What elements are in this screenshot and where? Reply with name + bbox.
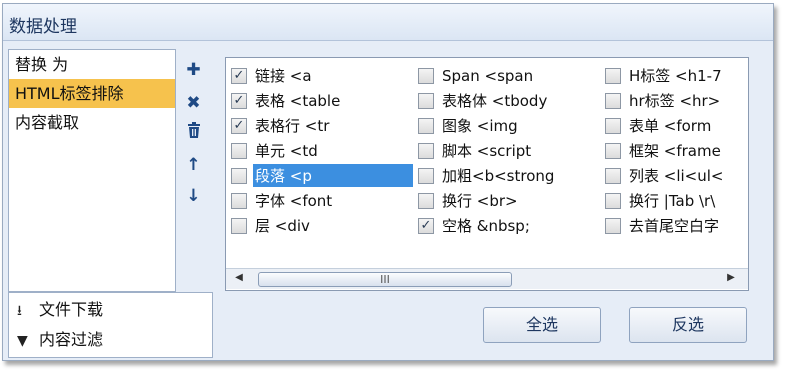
checkbox[interactable]: [605, 67, 621, 84]
checkbox[interactable]: ✓: [231, 67, 247, 84]
tag-checkbox-row[interactable]: 表格体 <tbody: [413, 88, 556, 113]
plus-icon[interactable]: ✚: [176, 57, 211, 83]
checkbox-label: 脚本 <script: [442, 142, 532, 160]
tag-checkbox-row[interactable]: 换行 |Tab \r\: [600, 188, 725, 213]
tag-checklist: ✓ 链接 <a ✓ 表格 <table ✓ 表格行 <tr 单元 <td 段落 <p 字体 <f…: [225, 57, 749, 291]
checkbox-label: 加粗<b<strong: [442, 167, 555, 185]
tag-checkbox-row[interactable]: 加粗<b<strong: [413, 163, 556, 188]
tag-checkbox-row[interactable]: 列表 <li<ul<: [600, 163, 725, 188]
checkbox[interactable]: [231, 167, 247, 184]
checkbox[interactable]: [605, 167, 621, 184]
checkbox[interactable]: [231, 217, 247, 234]
checkbox-label: 换行 <br>: [442, 192, 518, 210]
checkbox[interactable]: [418, 192, 434, 209]
checkbox[interactable]: [231, 192, 247, 209]
trash-icon-glyph: [187, 122, 200, 138]
checkbox-label: 表单 <form: [629, 117, 712, 135]
checkbox-label: Span <span: [442, 66, 534, 85]
tag-checkbox-row[interactable]: 字体 <font: [226, 188, 413, 213]
bottom-links: ⭳ 文件下载 ▼ 内容过滤: [8, 292, 213, 358]
rule-list-item-replace[interactable]: 替换 为: [9, 50, 175, 79]
tag-checkbox-row[interactable]: 框架 <frame: [600, 138, 725, 163]
checkbox-label: 字体 <font: [255, 192, 333, 210]
checklist-column-2: Span <span 表格体 <tbody 图象 <img 脚本 <script 加粗<…: [413, 63, 556, 238]
checkbox[interactable]: [605, 92, 621, 109]
invert-selection-button[interactable]: 反选: [629, 307, 747, 343]
checkbox[interactable]: ✓: [418, 217, 434, 234]
checkbox-label: 表格行 <tr: [255, 117, 330, 135]
checkbox-label: 层 <div: [255, 217, 310, 235]
tag-checkbox-row[interactable]: ✓ 表格 <table: [226, 88, 413, 113]
window-title: 数据处理: [9, 17, 77, 37]
select-all-button[interactable]: 全选: [483, 307, 601, 343]
trash-icon[interactable]: [176, 120, 211, 146]
tag-checkbox-row[interactable]: 层 <div: [226, 213, 413, 238]
checkbox-label: 去首尾空白字: [629, 217, 720, 235]
checkbox[interactable]: [418, 167, 434, 184]
tag-checkbox-row[interactable]: ✓ 链接 <a: [226, 63, 413, 88]
checkbox-label: 段落 <p: [253, 164, 413, 187]
download-icon: ⭳: [17, 303, 22, 319]
tag-checkbox-row[interactable]: 去首尾空白字: [600, 213, 725, 238]
checkbox[interactable]: [418, 142, 434, 159]
scroll-thumb[interactable]: III: [258, 272, 512, 287]
checkbox-label: 链接 <a: [255, 67, 312, 85]
checklist-column-3: H标签 <h1-7 hr标签 <hr> 表单 <form 框架 <frame 列表 <l…: [600, 63, 725, 238]
content-filter-link[interactable]: ▼ 内容过滤: [17, 328, 103, 352]
checkbox-label: H标签 <h1-7: [629, 67, 722, 85]
tag-checkbox-row[interactable]: 图象 <img: [413, 113, 556, 138]
checkbox-label: 表格 <table: [255, 92, 341, 110]
checkbox-label: 单元 <td: [255, 142, 318, 160]
checkbox-label: 图象 <img: [442, 117, 518, 135]
tag-checkbox-row[interactable]: 换行 <br>: [413, 188, 556, 213]
arrow-down-icon[interactable]: ↓: [176, 183, 211, 209]
tag-checkbox-row[interactable]: Span <span: [413, 63, 556, 88]
title-bar: 数据处理: [3, 4, 773, 41]
checkbox[interactable]: [231, 142, 247, 159]
scroll-right-icon[interactable]: ▶: [724, 272, 738, 283]
checkbox[interactable]: [418, 92, 434, 109]
horizontal-scrollbar[interactable]: ◀ III ▶: [226, 268, 748, 289]
rule-list-item-extract[interactable]: 内容截取: [9, 108, 175, 137]
tag-checkbox-row[interactable]: ✓ 空格 &nbsp;: [413, 213, 556, 238]
filter-icon: ▼: [17, 333, 28, 349]
arrow-up-icon[interactable]: ↑: [176, 152, 211, 178]
scroll-left-icon[interactable]: ◀: [232, 272, 246, 283]
checkbox[interactable]: [418, 67, 434, 84]
checkbox[interactable]: [418, 117, 434, 134]
tag-checkbox-row[interactable]: ✓ 表格行 <tr: [226, 113, 413, 138]
close-icon[interactable]: ✖: [176, 90, 211, 116]
list-toolbar: ✚ ✖ ↑ ↓: [176, 49, 211, 290]
checkbox[interactable]: [605, 117, 621, 134]
data-processing-window: 数据处理 替换 为 HTML标签排除 内容截取 ✚ ✖ ↑ ↓ ⭳ 文件下载 ▼…: [2, 3, 774, 361]
tag-checkbox-row[interactable]: 表单 <form: [600, 113, 725, 138]
scroll-thumb-grip: III: [380, 273, 390, 286]
rule-list-item-html-exclude[interactable]: HTML标签排除: [9, 79, 175, 108]
checkbox[interactable]: ✓: [231, 92, 247, 109]
tag-checkbox-row[interactable]: 脚本 <script: [413, 138, 556, 163]
left-panel: 替换 为 HTML标签排除 内容截取 ✚ ✖ ↑ ↓ ⭳ 文件下载 ▼ 内容过滤: [8, 49, 213, 358]
tag-checkbox-row[interactable]: hr标签 <hr>: [600, 88, 725, 113]
tag-checkbox-row[interactable]: 段落 <p: [226, 163, 413, 188]
content-filter-label: 内容过滤: [39, 330, 104, 349]
tag-checkbox-row[interactable]: H标签 <h1-7: [600, 63, 725, 88]
checkbox-label: hr标签 <hr>: [629, 92, 721, 110]
checkbox-label: 换行 |Tab \r\: [629, 192, 716, 210]
checkbox-label: 表格体 <tbody: [442, 92, 548, 110]
checkbox-label: 列表 <li<ul<: [629, 167, 724, 185]
file-download-label: 文件下载: [39, 300, 104, 319]
checklist-column-1: ✓ 链接 <a ✓ 表格 <table ✓ 表格行 <tr 单元 <td 段落 <p 字体 <f…: [226, 63, 413, 238]
rule-list: 替换 为 HTML标签排除 内容截取: [8, 49, 176, 292]
file-download-link[interactable]: ⭳ 文件下载: [17, 298, 103, 322]
checkbox[interactable]: [605, 142, 621, 159]
checkbox[interactable]: [605, 192, 621, 209]
checkbox[interactable]: [605, 217, 621, 234]
checkbox-label: 空格 &nbsp;: [442, 217, 530, 235]
tag-checkbox-row[interactable]: 单元 <td: [226, 138, 413, 163]
checkbox-label: 框架 <frame: [629, 142, 721, 160]
checkbox[interactable]: ✓: [231, 117, 247, 134]
